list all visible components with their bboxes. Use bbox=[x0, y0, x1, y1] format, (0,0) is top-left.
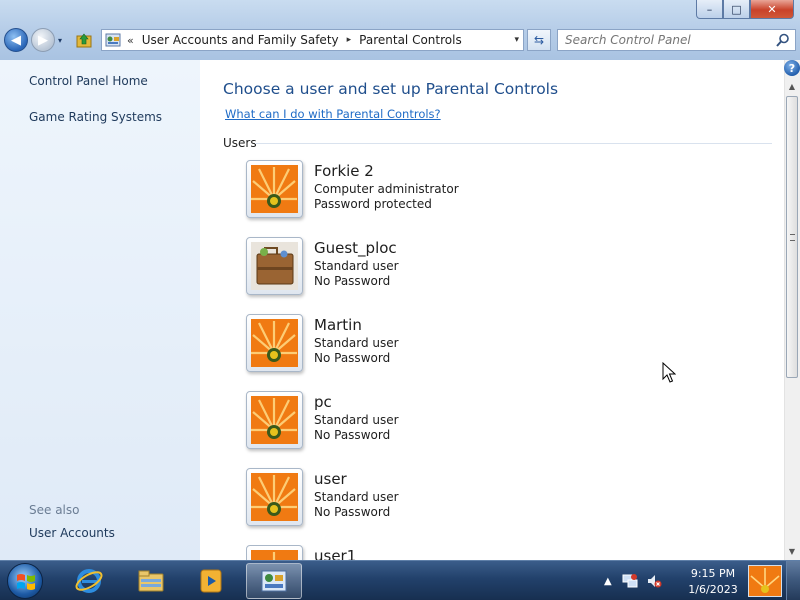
taskbar-clock[interactable]: 9:15 PM 1/6/2023 bbox=[684, 566, 742, 598]
arrow-left-icon: ◀ bbox=[11, 32, 21, 48]
user-picture[interactable] bbox=[246, 237, 303, 295]
media-player-icon bbox=[200, 569, 222, 593]
user-name[interactable]: user bbox=[314, 470, 347, 488]
taskbar-control-panel[interactable] bbox=[246, 563, 302, 599]
user-account-type: Standard user bbox=[314, 413, 399, 427]
user-entry-martin[interactable]: Martin Standard user No Password bbox=[246, 314, 646, 376]
start-button[interactable] bbox=[7, 563, 43, 599]
breadcrumb-parental-controls[interactable]: Parental Controls bbox=[359, 33, 462, 47]
control-panel-home-link[interactable]: Control Panel Home bbox=[29, 74, 148, 88]
user-picture[interactable] bbox=[246, 160, 303, 218]
users-section-label: Users bbox=[223, 136, 257, 150]
user-account-type: Computer administrator bbox=[314, 182, 459, 196]
user-entry-forkie-2[interactable]: Forkie 2 Computer administrator Password… bbox=[246, 160, 646, 222]
back-button[interactable]: ◀ bbox=[4, 28, 28, 52]
user-account-type: Standard user bbox=[314, 490, 399, 504]
breadcrumb-separator-icon[interactable]: ▸ bbox=[347, 35, 352, 45]
volume-muted-icon[interactable] bbox=[646, 573, 662, 589]
taskbar-file-explorer[interactable] bbox=[123, 563, 179, 599]
section-divider bbox=[255, 143, 772, 144]
forward-button[interactable]: ▶ bbox=[31, 28, 55, 52]
user-name[interactable]: Forkie 2 bbox=[314, 162, 374, 180]
parental-controls-help-link[interactable]: What can I do with Parental Controls? bbox=[225, 107, 441, 121]
user-password-status: Password protected bbox=[314, 197, 432, 211]
search-icon[interactable] bbox=[775, 32, 791, 48]
briefcase-icon bbox=[251, 242, 298, 290]
flower-icon bbox=[251, 165, 298, 213]
mouse-cursor-icon bbox=[662, 362, 676, 383]
control-panel-icon bbox=[261, 570, 287, 592]
user-name[interactable]: Guest_ploc bbox=[314, 239, 397, 257]
show-hidden-icons-button[interactable]: ▲ bbox=[604, 576, 612, 587]
user-avatar[interactable] bbox=[748, 565, 782, 597]
user-name[interactable]: pc bbox=[314, 393, 332, 411]
arrow-right-icon: ▶ bbox=[38, 32, 48, 48]
file-explorer-icon bbox=[138, 570, 164, 592]
internet-explorer-icon bbox=[75, 569, 103, 593]
close-button[interactable]: ✕ bbox=[750, 0, 794, 19]
user-account-type: Standard user bbox=[314, 259, 399, 273]
scroll-up-arrow-icon[interactable]: ▲ bbox=[784, 78, 800, 94]
flower-icon bbox=[251, 319, 298, 367]
taskbar-media-player[interactable] bbox=[183, 563, 239, 599]
left-navigation-pane: Control Panel Home Game Rating Systems S… bbox=[0, 60, 200, 560]
see-also-heading: See also bbox=[29, 503, 80, 517]
user-password-status: No Password bbox=[314, 505, 391, 519]
taskbar: ▲ 9:15 PM 1/6/2023 bbox=[0, 560, 800, 600]
flower-icon bbox=[251, 550, 298, 560]
user-entry-guest-ploc[interactable]: Guest_ploc Standard user No Password bbox=[246, 237, 646, 299]
user-accounts-link[interactable]: User Accounts bbox=[29, 526, 115, 540]
user-picture[interactable] bbox=[246, 468, 303, 526]
history-dropdown-button[interactable]: ▾ bbox=[58, 36, 62, 45]
scrollbar-thumb[interactable] bbox=[786, 96, 798, 378]
address-dropdown-button[interactable]: ▾ bbox=[514, 35, 519, 45]
refresh-button[interactable]: ⇆ bbox=[527, 29, 551, 51]
up-folder-icon[interactable] bbox=[76, 32, 92, 48]
address-overflow-chevron[interactable]: « bbox=[127, 34, 134, 47]
user-password-status: No Password bbox=[314, 351, 391, 365]
scroll-down-arrow-icon[interactable]: ▼ bbox=[784, 543, 800, 559]
flower-icon bbox=[251, 473, 298, 521]
minimize-button[interactable]: – bbox=[696, 0, 723, 19]
user-account-type: Standard user bbox=[314, 336, 399, 350]
page-title: Choose a user and set up Parental Contro… bbox=[223, 80, 559, 98]
system-tray: ▲ bbox=[604, 561, 670, 600]
user-password-status: No Password bbox=[314, 274, 391, 288]
main-content: Choose a user and set up Parental Contro… bbox=[200, 60, 784, 560]
caption-buttons: – □ ✕ bbox=[696, 0, 794, 19]
clock-time: 9:15 PM bbox=[690, 567, 736, 580]
clock-date: 1/6/2023 bbox=[688, 583, 738, 596]
windows-logo-icon bbox=[17, 574, 35, 590]
user-entry-user[interactable]: user Standard user No Password bbox=[246, 468, 646, 530]
maximize-button[interactable]: □ bbox=[723, 0, 750, 19]
game-rating-systems-link[interactable]: Game Rating Systems bbox=[29, 110, 162, 124]
show-desktop-button[interactable] bbox=[786, 561, 800, 600]
network-icon[interactable] bbox=[622, 573, 638, 589]
user-name[interactable]: Martin bbox=[314, 316, 362, 334]
refresh-icon: ⇆ bbox=[533, 33, 545, 47]
breadcrumb-user-accounts[interactable]: User Accounts and Family Safety bbox=[142, 33, 339, 47]
control-panel-icon bbox=[105, 33, 121, 47]
help-button[interactable]: ? bbox=[784, 60, 800, 76]
taskbar-internet-explorer[interactable] bbox=[61, 563, 117, 599]
user-password-status: No Password bbox=[314, 428, 391, 442]
user-picture[interactable] bbox=[246, 314, 303, 372]
scrollbar-grip-icon bbox=[790, 234, 795, 241]
user-name[interactable]: user1 bbox=[314, 547, 356, 560]
window-chrome: – □ ✕ ◀ ▶ ▾ « User Accounts and Family S… bbox=[0, 0, 800, 60]
user-entry-pc[interactable]: pc Standard user No Password bbox=[246, 391, 646, 453]
user-entry-user1[interactable]: user1 bbox=[246, 545, 646, 560]
user-picture[interactable] bbox=[246, 391, 303, 449]
flower-icon bbox=[251, 396, 298, 444]
address-bar[interactable]: « User Accounts and Family Safety ▸ Pare… bbox=[101, 29, 524, 51]
flower-icon bbox=[749, 566, 781, 596]
search-input[interactable] bbox=[558, 33, 775, 47]
search-box[interactable] bbox=[557, 29, 796, 51]
user-picture[interactable] bbox=[246, 545, 303, 560]
